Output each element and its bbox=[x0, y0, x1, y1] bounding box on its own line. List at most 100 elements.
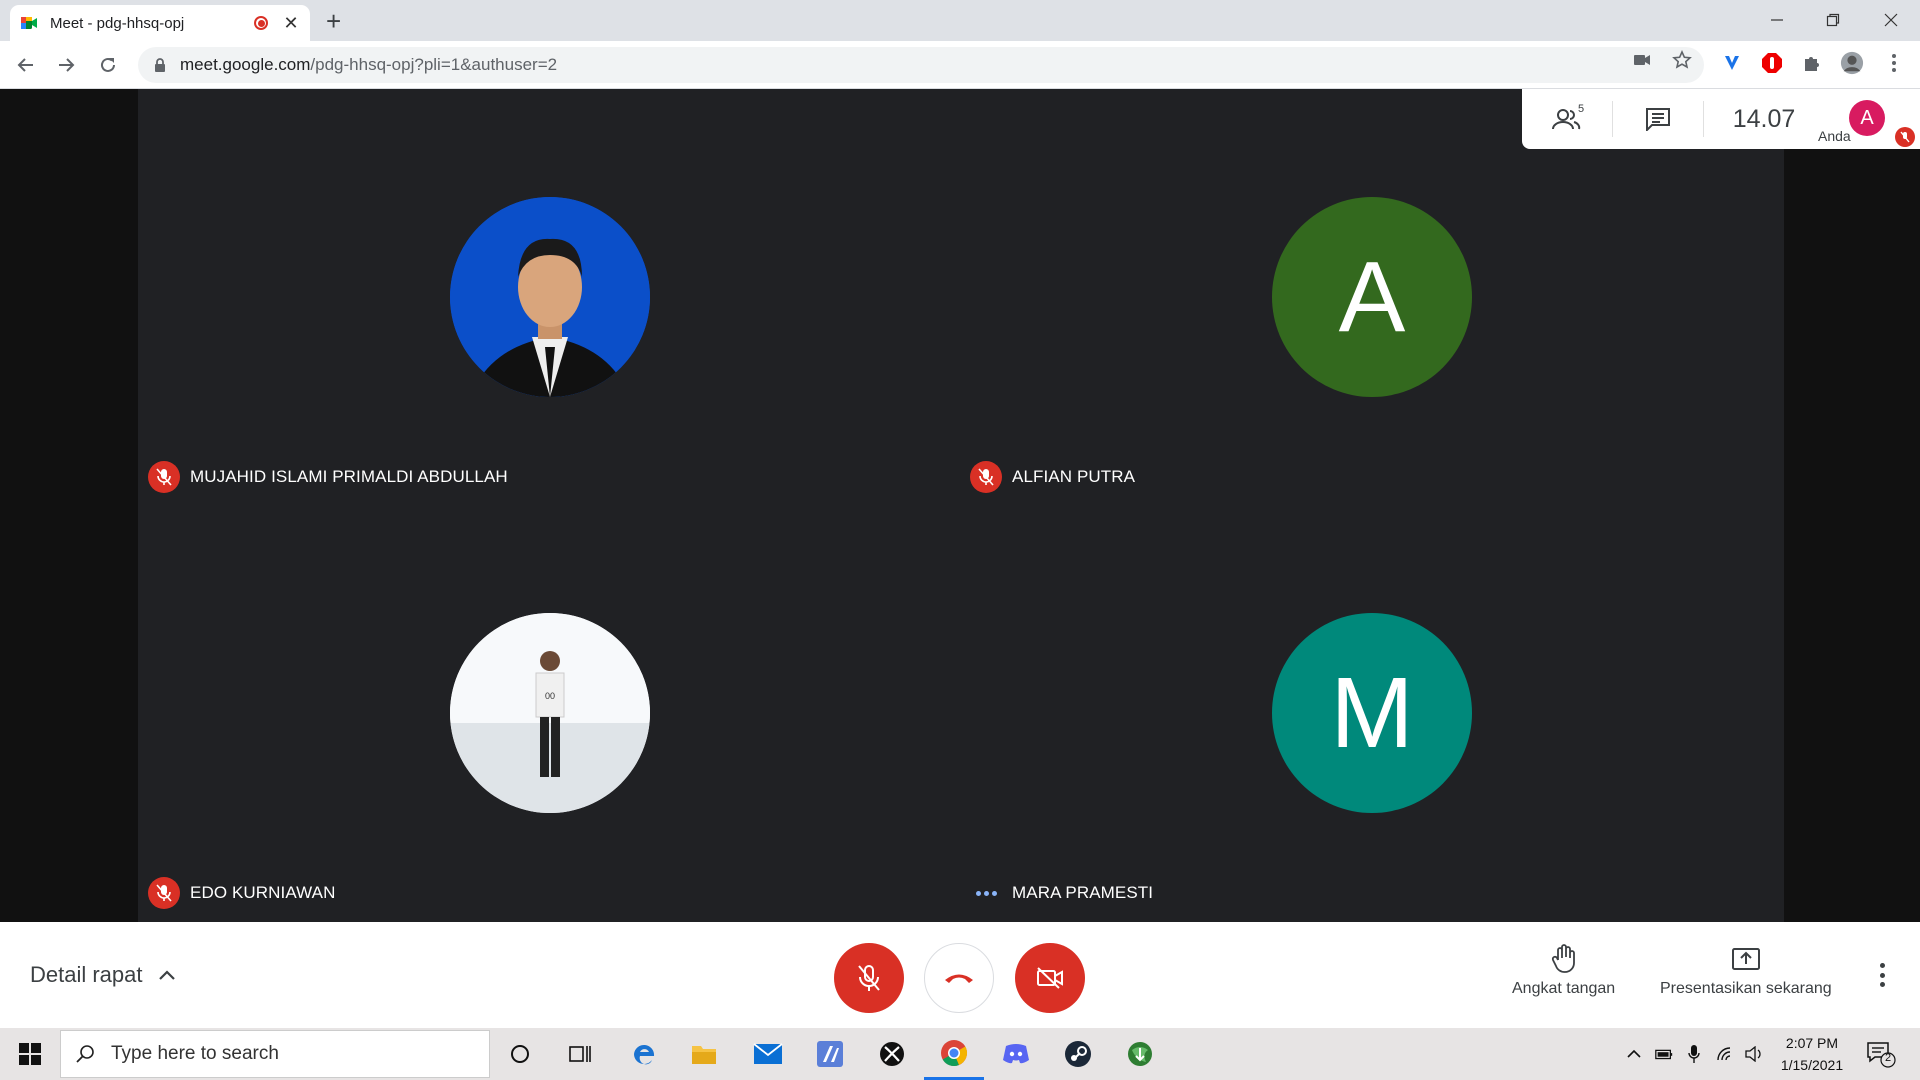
lock-icon bbox=[152, 57, 168, 73]
address-bar[interactable]: meet.google.com/pdg-hhsq-opj?pli=1&authu… bbox=[138, 47, 1704, 83]
camera-off-icon bbox=[1037, 967, 1063, 989]
mic-off-icon bbox=[148, 461, 180, 493]
wifi-icon[interactable] bbox=[1716, 1044, 1736, 1064]
participant-count: 5 bbox=[1578, 103, 1585, 115]
participant-name: EDO KURNIAWAN bbox=[190, 883, 336, 902]
google-meet-icon bbox=[20, 14, 38, 32]
mic-off-icon bbox=[970, 461, 1002, 493]
camera-in-use-icon[interactable] bbox=[1632, 50, 1652, 70]
meet-stage: MUJAHID ISLAMI PRIMALDI ABDULLAH A ALFIA… bbox=[0, 89, 1920, 922]
leave-call-button[interactable] bbox=[924, 943, 994, 1013]
start-button[interactable] bbox=[0, 1028, 60, 1080]
system-clock[interactable]: 2:07 PM 1/15/2021 bbox=[1772, 1032, 1852, 1076]
new-tab-button[interactable]: + bbox=[326, 8, 341, 34]
participant-nameplate: MARA PRAMESTI bbox=[970, 877, 1153, 909]
participant-tile-1[interactable]: MUJAHID ISLAMI PRIMALDI ABDULLAH bbox=[138, 89, 958, 505]
file-explorer-icon[interactable] bbox=[674, 1028, 734, 1080]
minimize-button[interactable] bbox=[1752, 6, 1802, 34]
mail-icon[interactable] bbox=[738, 1028, 798, 1080]
participant-name: ALFIAN PUTRA bbox=[1012, 467, 1136, 486]
task-view-icon bbox=[569, 1046, 591, 1062]
extensions-puzzle-icon[interactable] bbox=[1800, 51, 1824, 75]
forward-button[interactable] bbox=[52, 51, 80, 79]
chrome-icon[interactable] bbox=[924, 1028, 984, 1080]
tab-close-icon[interactable]: ✕ bbox=[282, 13, 300, 34]
camera-toggle-button[interactable] bbox=[1015, 943, 1085, 1013]
recording-indicator-icon bbox=[254, 16, 268, 30]
extension-v-icon[interactable] bbox=[1720, 51, 1744, 75]
participant-nameplate: MUJAHID ISLAMI PRIMALDI ABDULLAH bbox=[148, 461, 508, 493]
browser-menu-icon[interactable] bbox=[1882, 51, 1906, 75]
avatar-initial: M bbox=[1330, 656, 1414, 769]
app-blue-icon[interactable] bbox=[800, 1028, 860, 1080]
participant-nameplate: EDO KURNIAWAN bbox=[148, 877, 336, 909]
extension-adblock-icon[interactable] bbox=[1760, 51, 1784, 75]
chevron-up-icon bbox=[158, 970, 175, 980]
battery-icon[interactable] bbox=[1654, 1044, 1674, 1064]
participant-tile-3[interactable]: 00 EDO KURNIAWAN bbox=[138, 505, 958, 921]
chat-icon bbox=[1646, 108, 1670, 131]
microphone-tray-icon[interactable] bbox=[1684, 1044, 1704, 1064]
tab-title: Meet - pdg-hhsq-opj bbox=[50, 14, 185, 32]
mic-off-icon bbox=[148, 877, 180, 909]
chat-button[interactable] bbox=[1613, 89, 1703, 149]
people-button[interactable]: 5 bbox=[1522, 89, 1612, 149]
restore-button[interactable] bbox=[1808, 6, 1858, 34]
cortana-circle-icon bbox=[511, 1045, 529, 1063]
more-options-dots-icon[interactable] bbox=[970, 877, 1002, 909]
participant-avatar-initial: A bbox=[1272, 197, 1472, 397]
raise-hand-icon bbox=[1551, 944, 1575, 973]
mic-off-icon bbox=[858, 965, 880, 991]
meeting-clock: 14.07 bbox=[1732, 104, 1796, 133]
notification-center-button[interactable]: 2 bbox=[1866, 1040, 1896, 1068]
more-options-button[interactable] bbox=[1870, 960, 1894, 990]
hang-up-icon bbox=[945, 974, 973, 983]
profile-avatar-icon[interactable] bbox=[1840, 51, 1864, 75]
edge-browser-icon[interactable] bbox=[614, 1028, 674, 1080]
download-manager-icon[interactable] bbox=[1110, 1028, 1170, 1080]
meet-controls-bar: Detail rapat Angkat tangan Presentasikan… bbox=[0, 922, 1920, 1028]
svg-text:00: 00 bbox=[545, 691, 555, 701]
participant-grid: MUJAHID ISLAMI PRIMALDI ABDULLAH A ALFIA… bbox=[138, 89, 1784, 922]
self-label: Anda bbox=[1818, 128, 1851, 144]
present-now-label: Presentasikan sekarang bbox=[1660, 980, 1832, 997]
show-hidden-icons-chevron-icon[interactable] bbox=[1624, 1044, 1644, 1064]
present-now-button[interactable]: Presentasikan sekarang bbox=[1660, 944, 1832, 998]
participant-tile-4[interactable]: M MARA PRAMESTI bbox=[960, 505, 1780, 921]
url-host: meet.google.com bbox=[180, 55, 311, 74]
task-view-button[interactable] bbox=[550, 1028, 610, 1080]
xbox-icon[interactable] bbox=[862, 1028, 922, 1080]
raise-hand-button[interactable]: Angkat tangan bbox=[1512, 944, 1615, 998]
search-icon bbox=[76, 1045, 94, 1063]
windows-taskbar: Type here to search 2:07 PM 1/15/2021 2 bbox=[0, 1028, 1920, 1080]
participant-avatar-initial: M bbox=[1272, 613, 1472, 813]
self-mic-off-icon bbox=[1895, 127, 1915, 147]
meeting-details-label: Detail rapat bbox=[30, 962, 143, 987]
taskbar-search-box[interactable]: Type here to search bbox=[60, 1030, 490, 1078]
windows-logo-icon bbox=[19, 1043, 41, 1065]
participant-avatar-photo: 00 bbox=[450, 613, 650, 813]
bookmark-star-icon[interactable] bbox=[1672, 50, 1692, 70]
participant-tile-2[interactable]: A ALFIAN PUTRA bbox=[960, 89, 1780, 505]
browser-tab-meet[interactable]: Meet - pdg-hhsq-opj ✕ bbox=[10, 5, 310, 41]
browser-tab-bar: Meet - pdg-hhsq-opj ✕ + bbox=[0, 0, 1920, 41]
participant-avatar-photo bbox=[450, 197, 650, 397]
volume-icon[interactable] bbox=[1744, 1044, 1764, 1064]
notification-count: 2 bbox=[1884, 1052, 1892, 1064]
browser-toolbar: meet.google.com/pdg-hhsq-opj?pli=1&authu… bbox=[0, 41, 1920, 89]
mic-toggle-button[interactable] bbox=[834, 943, 904, 1013]
cortana-button[interactable] bbox=[490, 1028, 550, 1080]
participant-name: MARA PRAMESTI bbox=[1012, 883, 1154, 902]
steam-icon[interactable] bbox=[1048, 1028, 1108, 1080]
raise-hand-label: Angkat tangan bbox=[1512, 980, 1616, 997]
close-window-button[interactable] bbox=[1866, 6, 1916, 34]
reload-button[interactable] bbox=[94, 51, 122, 79]
participant-name: MUJAHID ISLAMI PRIMALDI ABDULLAH bbox=[190, 467, 508, 486]
back-button[interactable] bbox=[12, 51, 40, 79]
present-screen-icon bbox=[1731, 948, 1760, 970]
discord-icon[interactable] bbox=[986, 1028, 1046, 1080]
self-avatar[interactable]: A bbox=[1849, 100, 1885, 136]
url-path: /pdg-hhsq-opj?pli=1&authuser=2 bbox=[310, 55, 558, 74]
system-date: 1/15/2021 bbox=[1780, 1057, 1844, 1073]
meeting-details-toggle[interactable]: Detail rapat bbox=[30, 922, 177, 1028]
